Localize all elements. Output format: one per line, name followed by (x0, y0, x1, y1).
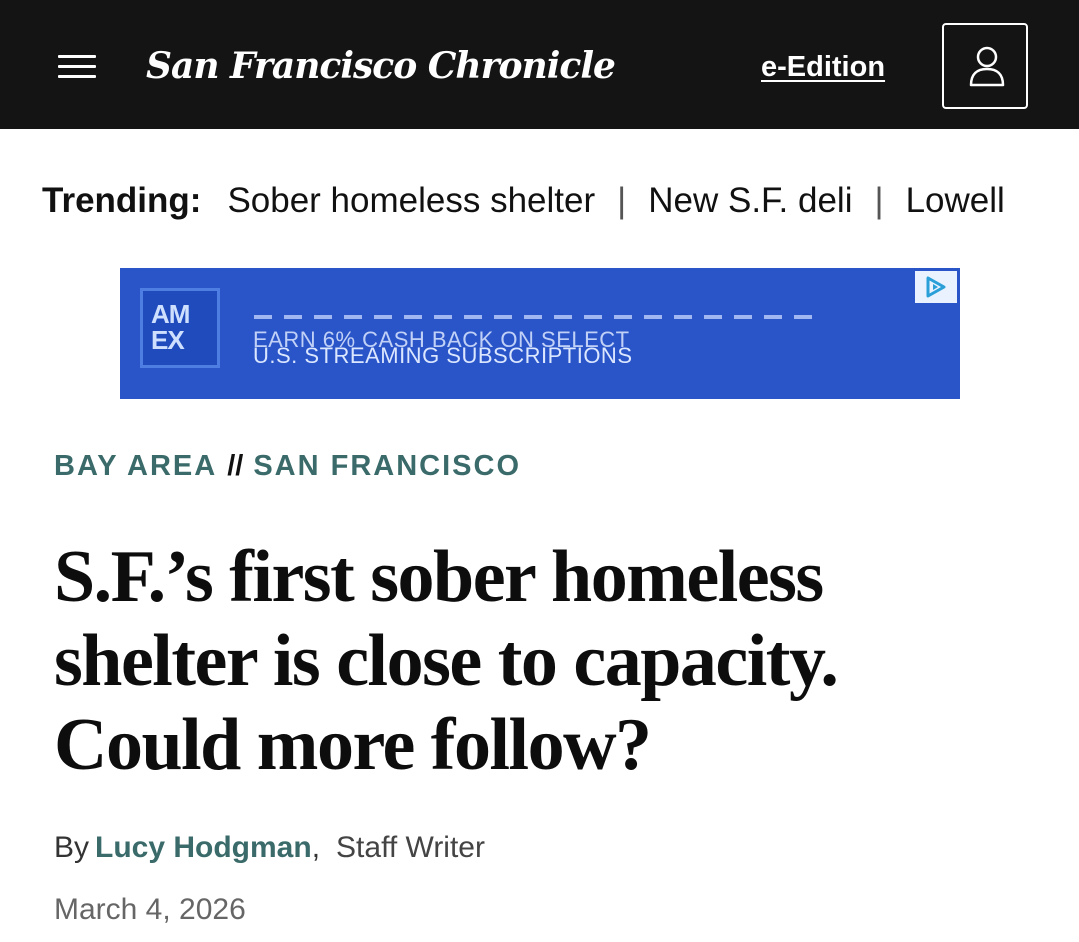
trending-label: Trending: (42, 181, 202, 220)
e-edition-link[interactable]: e-Edition (761, 48, 885, 86)
author-link[interactable]: Lucy Hodgman (95, 831, 312, 864)
hamburger-menu-icon[interactable] (58, 55, 96, 79)
byline-comma: , (311, 831, 321, 864)
byline-prefix: By (54, 831, 90, 864)
breadcrumb-separator: // (227, 450, 244, 482)
ad-choices-icon[interactable] (915, 271, 957, 303)
trending-item[interactable]: Sober homeless shelter (227, 181, 595, 220)
trending-separator: | (617, 181, 627, 220)
amex-logo: AM EX (140, 288, 220, 368)
article-headline: S.F.’s first sober homeless shelter is c… (54, 536, 839, 786)
article-byline: By Lucy Hodgman, Staff Writer (54, 826, 485, 870)
ad-decorative-line (254, 315, 814, 319)
trending-bar: Trending: Sober homeless shelter | New S.F.… (42, 178, 1079, 224)
site-logo[interactable]: San Francisco Chronicle (146, 38, 616, 94)
author-role: Staff Writer (336, 831, 485, 864)
publish-date: March 4, 2026 (54, 893, 246, 926)
advertisement-banner[interactable]: AM EX EARN 6% CASH BACK ON SELECT U.S. S… (120, 268, 960, 399)
ad-text-line2: U.S. STREAMING SUBSCRIPTIONS (253, 343, 633, 368)
section-link-san-francisco[interactable]: SAN FRANCISCO (253, 450, 521, 482)
account-button[interactable] (942, 23, 1028, 109)
section-breadcrumb: BAY AREA // SAN FRANCISCO (54, 446, 521, 486)
trending-item[interactable]: Lowell (906, 181, 1005, 220)
user-account-icon (969, 46, 1005, 87)
site-header: San Francisco Chronicle e-Edition (0, 0, 1079, 129)
section-link-bay-area[interactable]: BAY AREA (54, 450, 217, 482)
trending-separator: | (874, 181, 884, 220)
trending-item[interactable]: New S.F. deli (648, 181, 852, 220)
